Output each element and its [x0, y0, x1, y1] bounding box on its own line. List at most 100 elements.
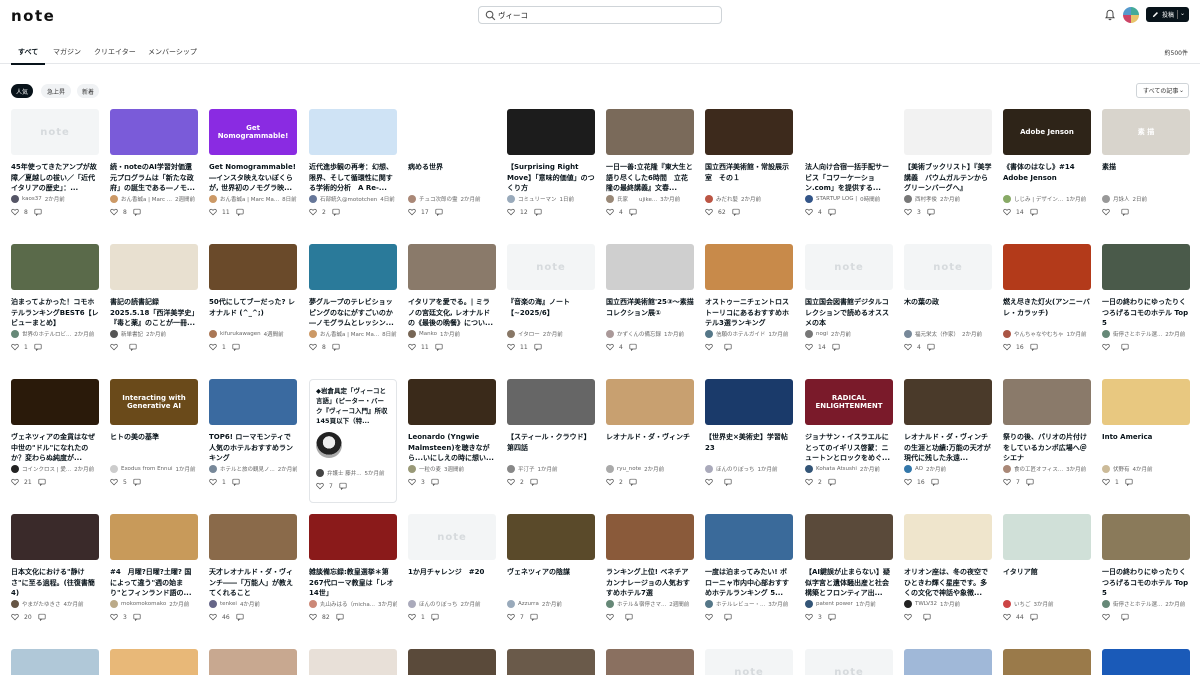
card-author[interactable]: コミュリーマン 1日前	[507, 194, 595, 204]
card-title[interactable]: 国立西洋美術館・常設展示室 その１	[705, 162, 793, 194]
comment-icon[interactable]	[828, 613, 836, 621]
comment-icon[interactable]	[625, 613, 633, 621]
card-author[interactable]: おん香誠a | Marc ... 2週間前	[110, 194, 198, 204]
card-thumbnail[interactable]	[805, 514, 893, 560]
post-button[interactable]: 投稿 ⌄	[1146, 7, 1189, 22]
article-card[interactable]: イタリアを愛でる。| ミラノの宮廷文化, レオナルドの《最後の晩餐》につい...…	[408, 244, 496, 352]
heart-icon[interactable]	[904, 613, 912, 621]
card-author[interactable]: Azzurra 2か月前	[507, 599, 595, 609]
comment-icon[interactable]	[34, 343, 42, 351]
card-author[interactable]: 世界のホテルロビ... 2か月前	[11, 329, 99, 339]
card-title[interactable]: 天才レオナルド・ダ・ヴィンチ――「万能人」が教えてくれること	[209, 567, 297, 599]
tab-magazine[interactable]: マガジン	[53, 47, 81, 57]
card-title[interactable]: 法人向け合宿一括手配サービス「コワーケーション.com」を提供する...	[805, 162, 893, 194]
heart-icon[interactable]	[408, 478, 416, 486]
comment-icon[interactable]	[923, 613, 931, 621]
card-title[interactable]: 50代にしてブーだった? レオナルド (^_^;)	[209, 297, 297, 329]
comment-icon[interactable]	[232, 343, 240, 351]
article-card[interactable]: ◆岩倉具定「ヴィーコと言語」(ピーター・バーク『ヴィーコ入門』所収145頁以下（…	[309, 379, 397, 503]
card-title[interactable]: 雑談備忘録:教皇選挙＊第267代ローマ教皇は「レオ14世」	[309, 567, 397, 599]
tab-creator[interactable]: クリエイター	[94, 47, 136, 57]
heart-icon[interactable]	[110, 343, 118, 351]
comment-icon[interactable]	[129, 343, 137, 351]
card-thumbnail[interactable]	[209, 379, 297, 425]
card-title[interactable]: 国立西洋美術館'25③〜素描コレクション展①	[606, 297, 694, 329]
comment-icon[interactable]	[927, 208, 935, 216]
article-card[interactable]: 書記の読書記録 2025.5.18「西洋美学史」『毒と薬』のことが一冊... 新単…	[110, 244, 198, 352]
card-thumbnail[interactable]	[606, 514, 694, 560]
card-title[interactable]: 泊まってよかった！コモホテルランキングBEST6【レビューまとめ】	[11, 297, 99, 329]
card-thumbnail[interactable]	[309, 649, 397, 675]
comment-icon[interactable]	[232, 478, 240, 486]
card-thumbnail[interactable]: PerkUP	[805, 109, 893, 155]
heart-icon[interactable]	[606, 613, 614, 621]
card-thumbnail[interactable]	[11, 379, 99, 425]
heart-icon[interactable]	[507, 613, 515, 621]
heart-icon[interactable]	[705, 613, 713, 621]
card-thumbnail[interactable]: note	[805, 649, 893, 675]
heart-icon[interactable]	[209, 613, 217, 621]
card-thumbnail[interactable]	[11, 649, 99, 675]
card-title[interactable]: 近代進歩観の再考：幻想、限界、そして循環性に関する学術的分析 A Re-...	[309, 162, 397, 194]
card-title[interactable]: 国立国会図書館デジタルコレクションで読めるオススメの本	[805, 297, 893, 329]
heart-icon[interactable]	[507, 478, 515, 486]
card-title[interactable]: TOP6! ローマモンティで人気のホテルおすすめランキング	[209, 432, 297, 464]
article-card[interactable]	[1102, 649, 1190, 675]
heart-icon[interactable]	[316, 482, 324, 490]
card-title[interactable]: レオナルド・ダ・ヴィンチの生涯と功績:万能の天才が現代に残した永遠...	[904, 432, 992, 464]
card-title[interactable]: 『音楽の海』ノート【~2025/6】	[507, 297, 595, 329]
comment-icon[interactable]	[534, 343, 542, 351]
card-author[interactable]: 西村孝俊 2か月前	[904, 194, 992, 204]
article-card[interactable]	[309, 649, 397, 675]
card-author[interactable]: Manko 1か月前	[408, 329, 496, 339]
comment-icon[interactable]	[530, 613, 538, 621]
heart-icon[interactable]	[705, 208, 713, 216]
card-author[interactable]: おん香誠a | Marc Ma... 8日前	[309, 329, 397, 339]
comment-icon[interactable]	[38, 613, 46, 621]
bell-icon[interactable]	[1104, 9, 1116, 21]
heart-icon[interactable]	[904, 343, 912, 351]
heart-icon[interactable]	[110, 478, 118, 486]
card-title[interactable]: 【スティール・クラウド】第四話	[507, 432, 595, 464]
comment-icon[interactable]	[1121, 343, 1129, 351]
article-card[interactable]: 続・noteのAI学習対価還元プログラムは「新たな政府」の誕生である―ノモ...…	[110, 109, 198, 217]
heart-icon[interactable]	[805, 478, 813, 486]
tab-all[interactable]: すべて	[18, 47, 38, 57]
filter-trending[interactable]: 急上昇	[41, 84, 71, 98]
heart-icon[interactable]	[1102, 613, 1110, 621]
card-author[interactable]: TWLV32 1か月前	[904, 599, 992, 609]
comment-icon[interactable]	[34, 208, 42, 216]
article-card[interactable]: ヴェネツィアの陰謀 Azzurra 2か月前 7	[507, 514, 595, 622]
card-thumbnail[interactable]	[705, 379, 793, 425]
article-card[interactable]: 一日の終わりにゆったりくつろげるコモのホテル Top 5 街停さとホテル選... 2…	[1102, 244, 1190, 352]
article-card[interactable]: note 1か月チャレンジ #20 ほんのりぼっち 2か月前 1	[408, 514, 496, 622]
card-author[interactable]: 街停さとホテル選... 2か月前	[1102, 599, 1190, 609]
article-card[interactable]: Into America 伏野有 4か月前 1	[1102, 379, 1190, 487]
card-author[interactable]: 丸山みはる（micha... 3か月前	[309, 599, 397, 609]
comment-icon[interactable]	[832, 343, 840, 351]
card-title[interactable]: 祭りの後、パリオの片付けをしているカンポ広場へ＠シエナ	[1003, 432, 1091, 464]
card-thumbnail[interactable]	[606, 109, 694, 155]
card-thumbnail[interactable]	[11, 244, 99, 290]
card-author[interactable]: 福元栄太（作家） 2か月前	[904, 329, 992, 339]
card-author[interactable]: 弁護士 藤井... 5か月前	[316, 468, 390, 478]
article-card[interactable]: 一日一善:立花隆『東大生と語り尽くした6時間 立花隆の最終講義』文春... 氏家 …	[606, 109, 694, 217]
heart-icon[interactable]	[110, 208, 118, 216]
card-author[interactable]: 信願のホテルガイド 1か月前	[705, 329, 793, 339]
article-card[interactable]: 日本文化における"静けさ"に至る過程。(往復書簡4) やまがたゆきさ 4か月前 20	[11, 514, 99, 622]
card-thumbnail[interactable]	[904, 514, 992, 560]
heart-icon[interactable]	[606, 478, 614, 486]
article-card[interactable]	[209, 649, 297, 675]
heart-icon[interactable]	[507, 343, 515, 351]
card-author[interactable]: patent power 1か月前	[805, 599, 893, 609]
card-thumbnail[interactable]	[606, 649, 694, 675]
article-card[interactable]: 【Surprising Right Move】「意味的価値」のつくり方 コミュリー…	[507, 109, 595, 217]
search-input[interactable]	[498, 9, 718, 22]
card-title[interactable]: Leonardo (Yngwie Malmsteen)を聴きながら...いにしえ…	[408, 432, 496, 464]
card-thumbnail[interactable]: note	[904, 244, 992, 290]
card-title[interactable]: 続・noteのAI学習対価還元プログラムは「新たな政府」の誕生である―ノモ...	[110, 162, 198, 194]
card-thumbnail[interactable]: RADICAL ENLIGHTENMENT	[805, 379, 893, 425]
comment-icon[interactable]	[732, 208, 740, 216]
card-thumbnail[interactable]: note	[507, 244, 595, 290]
card-author[interactable]: ホテル＆宿停さマ... 2週間前	[606, 599, 694, 609]
